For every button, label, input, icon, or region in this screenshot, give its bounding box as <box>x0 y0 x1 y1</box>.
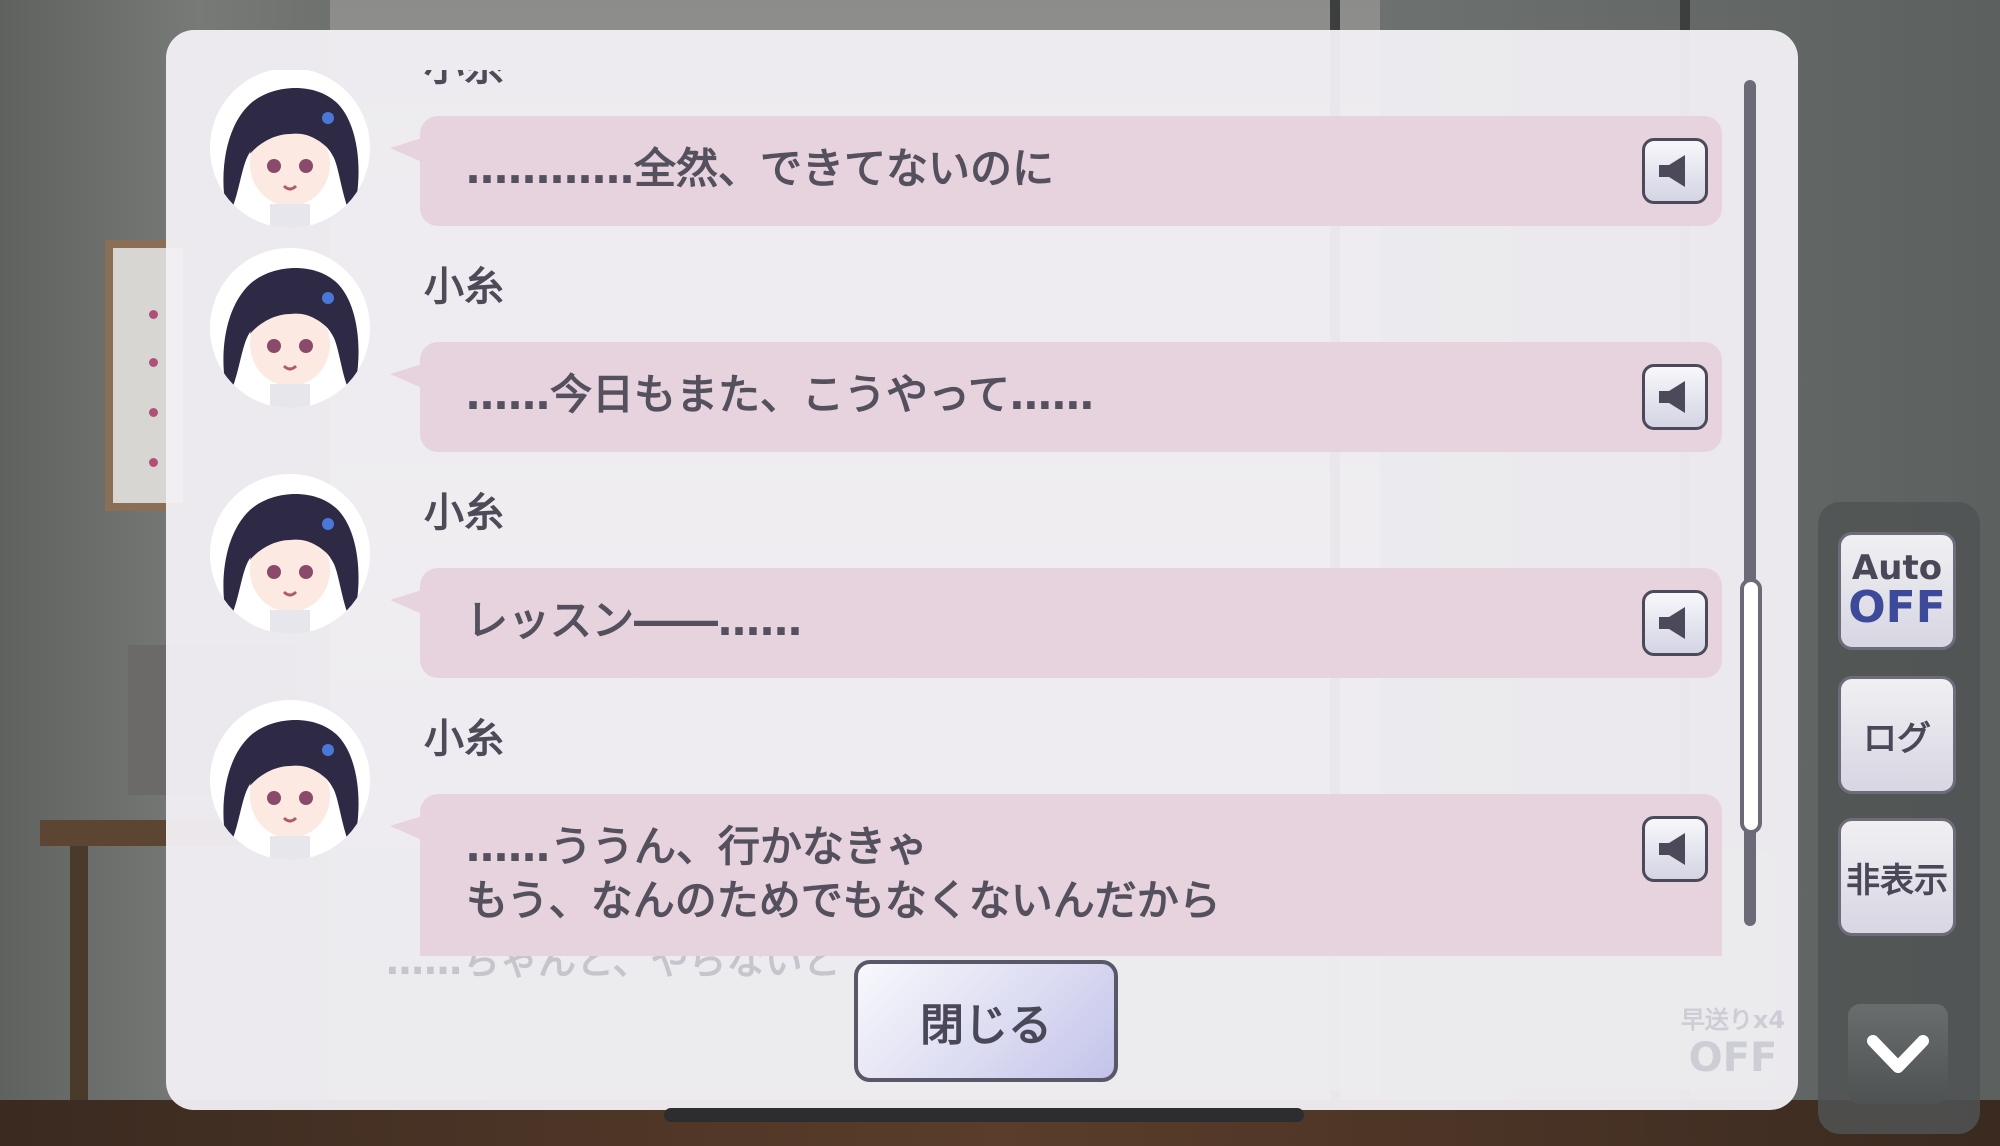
log-modal: ……ちゃんと、やらないと 早送りx4 OFF 小糸 <box>166 30 1798 1110</box>
koito-avatar-icon <box>210 700 370 860</box>
chevron-down-icon <box>1867 1035 1929 1073</box>
speaker-name: 小糸 <box>424 264 504 310</box>
dialogue-bubble: レッスン――…… <box>390 568 1722 678</box>
koito-avatar-icon <box>210 70 370 228</box>
close-button[interactable]: 閉じる <box>854 960 1118 1082</box>
bubble-tail <box>390 364 422 388</box>
bubble-tail <box>390 138 422 162</box>
log-button[interactable]: ログ <box>1838 676 1956 794</box>
dialogue-text: レッスン――…… <box>466 596 803 645</box>
bubble-tail <box>390 816 422 840</box>
koito-avatar-icon <box>210 248 370 408</box>
dialogue-text: ……今日もまた、こうやって…… <box>466 370 1094 419</box>
dialogue-text: …………全然、できてないのに <box>466 144 1055 193</box>
log-entry: 小糸 …………全然、できてないのに <box>166 70 1726 260</box>
fast-forward-button: 早送りx4 OFF <box>1678 1000 1788 1110</box>
auto-label: Auto <box>1851 548 1943 588</box>
speaker-icon <box>1659 381 1685 413</box>
bubble-tail <box>390 590 422 614</box>
side-control-panel: Auto OFF ログ 非表示 <box>1818 502 1980 1134</box>
speaker-icon <box>1659 833 1685 865</box>
speaker-icon <box>1659 155 1685 187</box>
auto-button[interactable]: Auto OFF <box>1838 532 1956 650</box>
dialogue-bubble: ……今日もまた、こうやって…… <box>390 342 1722 452</box>
voice-replay-button[interactable] <box>1642 364 1708 430</box>
scrollbar-thumb[interactable] <box>1740 578 1762 834</box>
pin <box>149 310 158 319</box>
dialogue-bubble: ……ううん、行かなきゃ もう、なんのためでもなくないんだから <box>390 794 1722 956</box>
dialogue-bubble: …………全然、できてないのに <box>390 116 1722 226</box>
fast-forward-state: OFF <box>1688 1035 1778 1081</box>
hide-button-label: 非表示 <box>1846 860 1948 901</box>
speaker-name: 小糸 <box>424 70 504 92</box>
speaker-name: 小糸 <box>424 716 504 762</box>
speaker-name: 小糸 <box>424 490 504 536</box>
log-button-label: ログ <box>1863 718 1931 759</box>
menu-toggle-button[interactable] <box>1848 1004 1948 1104</box>
log-list[interactable]: 小糸 …………全然、できてないのに <box>166 70 1726 956</box>
auto-state: OFF <box>1848 582 1946 633</box>
pin <box>149 358 158 367</box>
pin <box>149 458 158 467</box>
koito-avatar-icon <box>210 474 370 634</box>
dialogue-text: ……ううん、行かなきゃ もう、なんのためでもなくないんだから <box>466 822 1221 925</box>
voice-replay-button[interactable] <box>1642 590 1708 656</box>
pin <box>149 408 158 417</box>
hide-button[interactable]: 非表示 <box>1838 818 1956 936</box>
log-entry: 小糸 ……今日もまた、こうやって…… <box>166 248 1726 486</box>
log-entry: 小糸 レッスン――…… <box>166 474 1726 712</box>
voice-replay-button[interactable] <box>1642 816 1708 882</box>
fast-forward-label: 早送りx4 <box>1680 1006 1786 1034</box>
home-indicator <box>664 1108 1304 1122</box>
voice-replay-button[interactable] <box>1642 138 1708 204</box>
log-entry: 小糸 ……ううん、行かなきゃ もう、なんのためでもなくないんだから <box>166 700 1726 956</box>
speaker-icon <box>1659 607 1685 639</box>
